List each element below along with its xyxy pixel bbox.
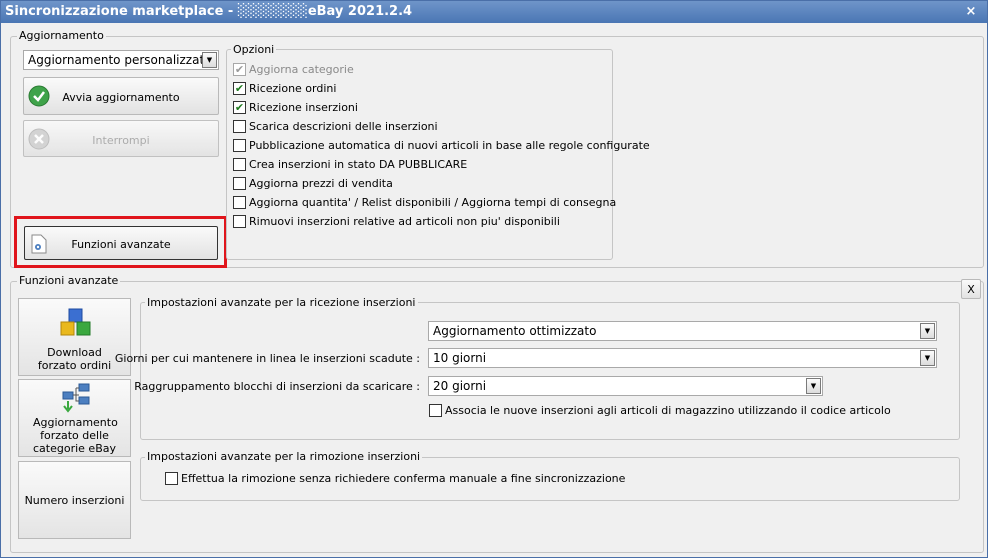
checkbox-box[interactable] — [233, 195, 246, 209]
option-checkbox: ✔ Aggiorna categorie — [233, 62, 354, 78]
chevron-down-icon[interactable]: ▼ — [920, 323, 935, 339]
associate-items-box[interactable] — [429, 403, 442, 417]
listings-count-button[interactable]: Numero inserzioni — [18, 461, 131, 539]
option-checkbox[interactable]: Aggiorna quantita' / Relist disponibili … — [233, 195, 616, 211]
expired-days-value: 10 giorni — [433, 351, 487, 365]
sync-window: Sincronizzazione marketplace - ░░░░░░░eB… — [0, 0, 988, 558]
checkbox-box[interactable] — [233, 214, 246, 228]
chevron-down-icon[interactable]: ▼ — [202, 52, 217, 68]
option-checkbox[interactable]: ✔ Ricezione inserzioni — [233, 100, 358, 116]
option-label: Aggiorna categorie — [249, 63, 354, 76]
option-checkbox[interactable]: Pubblicazione automatica di nuovi artico… — [233, 138, 650, 154]
listings-count-label: Numero inserzioni — [24, 494, 125, 507]
block-grouping-label: Raggruppamento blocchi di inserzioni da … — [134, 380, 420, 393]
block-grouping-select[interactable]: 20 giorni ▼ — [428, 376, 823, 396]
checkmark-icon[interactable]: ✔ — [233, 81, 246, 95]
checkbox-box[interactable] — [233, 138, 246, 152]
remove-without-confirm-label: Effettua la rimozione senza richiedere c… — [181, 472, 626, 485]
category-tree-icon — [62, 383, 90, 413]
update-categories-label: Aggiornamento forzato delle categorie eB… — [33, 416, 118, 455]
option-checkbox[interactable]: Crea inserzioni in stato DA PUBBLICARE — [233, 157, 467, 173]
cubes-icon — [60, 308, 91, 336]
download-orders-label: Download forzato ordini — [37, 346, 112, 372]
remove-without-confirm-checkbox[interactable]: Effettua la rimozione senza richiedere c… — [165, 471, 625, 487]
expired-days-select[interactable]: 10 giorni ▼ — [428, 348, 937, 368]
checkbox-box[interactable] — [233, 157, 246, 171]
advanced-functions-label: Funzioni avanzate — [71, 238, 171, 251]
receive-listings-group-label: Impostazioni avanzate per la ricezione i… — [145, 296, 418, 309]
update-mode-select[interactable]: Aggiornamento personalizzato ▼ — [23, 50, 219, 70]
associate-items-checkbox[interactable]: Associa le nuove inserzioni agli articol… — [429, 403, 891, 419]
option-checkbox[interactable]: Aggiorna prezzi di vendita — [233, 176, 393, 192]
option-checkbox[interactable]: Scarica descrizioni delle inserzioni — [233, 119, 438, 135]
advanced-group-label: Funzioni avanzate — [17, 274, 121, 287]
option-checkbox[interactable]: ✔ Ricezione ordini — [233, 81, 336, 97]
update-mode-value: Aggiornamento personalizzato — [28, 53, 212, 67]
stop-button[interactable]: Interrompi — [23, 120, 219, 157]
window-close-icon[interactable]: × — [963, 4, 979, 20]
remove-listings-group-label: Impostazioni avanzate per la rimozione i… — [145, 450, 423, 463]
option-label: Ricezione inserzioni — [249, 101, 358, 114]
title-bar[interactable]: Sincronizzazione marketplace - ░░░░░░░eB… — [1, 1, 987, 23]
option-label: Pubblicazione automatica di nuovi artico… — [249, 139, 650, 152]
expired-days-label: Giorni per cui mantenere in linea le ins… — [114, 352, 420, 365]
checkmark-icon: ✔ — [233, 62, 246, 76]
option-label: Crea inserzioni in stato DA PUBBLICARE — [249, 158, 468, 171]
chevron-down-icon[interactable]: ▼ — [806, 378, 821, 394]
aggiornamento-group-label: Aggiornamento — [17, 29, 106, 42]
start-update-button[interactable]: Avvia aggiornamento — [23, 77, 219, 115]
remove-without-confirm-box[interactable] — [165, 471, 178, 485]
close-advanced-button[interactable]: X — [961, 279, 981, 299]
checkbox-box[interactable] — [233, 119, 246, 133]
close-advanced-label: X — [967, 283, 975, 296]
associate-items-label: Associa le nuove inserzioni agli articol… — [445, 404, 891, 417]
option-checkbox[interactable]: Rimuovi inserzioni relative ad articoli … — [233, 214, 560, 230]
window-title: Sincronizzazione marketplace - ░░░░░░░eB… — [5, 4, 413, 19]
opzioni-group-label: Opzioni — [231, 43, 277, 56]
listing-update-mode-value: Aggiornamento ottimizzato — [433, 324, 597, 338]
block-grouping-value: 20 giorni — [433, 379, 487, 393]
checkbox-box[interactable] — [233, 176, 246, 190]
option-label: Rimuovi inserzioni relative ad articoli … — [249, 215, 560, 228]
stop-label: Interrompi — [92, 134, 150, 147]
option-label: Aggiorna quantita' / Relist disponibili … — [249, 196, 617, 209]
option-label: Scarica descrizioni delle inserzioni — [249, 120, 438, 133]
listing-update-mode-select[interactable]: Aggiornamento ottimizzato ▼ — [428, 321, 937, 341]
advanced-functions-button[interactable]: Funzioni avanzate — [24, 226, 218, 260]
checkmark-icon[interactable]: ✔ — [233, 100, 246, 114]
option-label: Ricezione ordini — [249, 82, 337, 95]
start-update-label: Avvia aggiornamento — [62, 91, 180, 104]
option-label: Aggiorna prezzi di vendita — [249, 177, 393, 190]
chevron-down-icon[interactable]: ▼ — [920, 350, 935, 366]
update-categories-button[interactable]: Aggiornamento forzato delle categorie eB… — [18, 379, 131, 457]
